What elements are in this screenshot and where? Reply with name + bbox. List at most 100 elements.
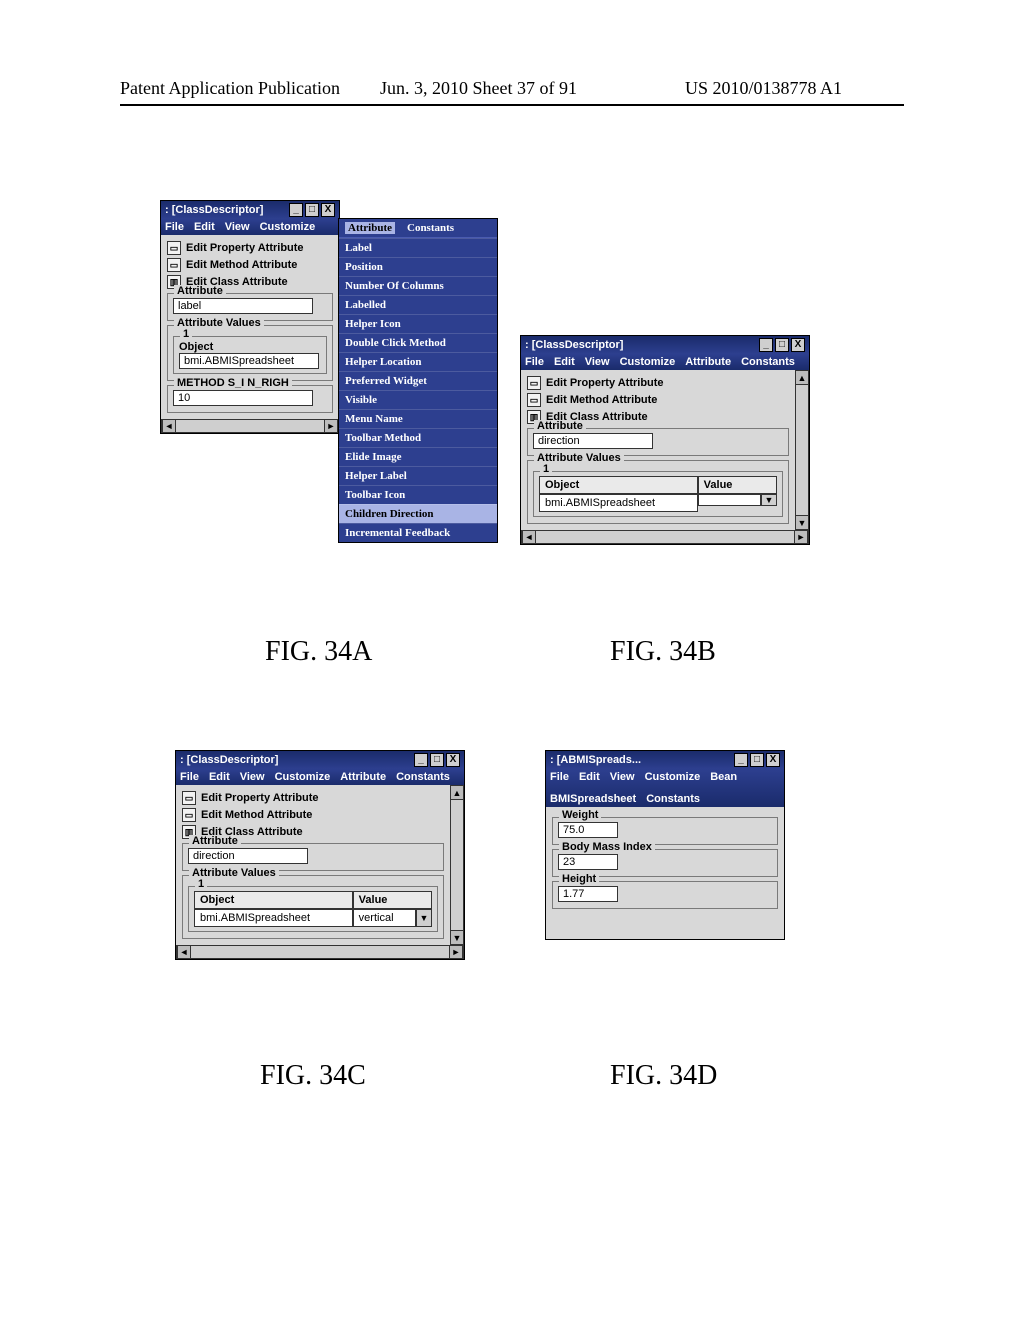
- minimize-icon[interactable]: _: [414, 753, 428, 767]
- scroll-up-icon[interactable]: ▲: [451, 786, 463, 800]
- menu-edit[interactable]: Edit: [209, 771, 230, 783]
- horizontal-scrollbar[interactable]: ◄ ►: [161, 419, 339, 433]
- cell-value[interactable]: vertical: [353, 909, 416, 927]
- action-edit-property[interactable]: ▭Edit Property Attribute: [182, 791, 444, 805]
- menu-file[interactable]: File: [550, 771, 569, 783]
- menu-customize[interactable]: Customize: [645, 771, 701, 783]
- action-edit-method[interactable]: ▭Edit Method Attribute: [182, 808, 444, 822]
- dropdown-item[interactable]: Labelled: [339, 295, 497, 314]
- scroll-down-icon[interactable]: ▼: [451, 930, 463, 944]
- titlebar[interactable]: : [ClassDescriptor] _ □ X: [176, 751, 464, 769]
- weight-field[interactable]: 75.0: [558, 822, 618, 838]
- scroll-left-icon[interactable]: ◄: [522, 531, 536, 543]
- menu-bean[interactable]: Bean: [710, 771, 737, 783]
- action-edit-property[interactable]: ▭Edit Property Attribute: [527, 376, 789, 390]
- titlebar[interactable]: : [ABMISpreads... _ □ X: [546, 751, 784, 769]
- scroll-track[interactable]: [796, 385, 808, 515]
- dropdown-item[interactable]: Visible: [339, 390, 497, 409]
- minimize-icon[interactable]: _: [289, 203, 303, 217]
- menu-constants[interactable]: Constants: [646, 793, 700, 805]
- scroll-up-icon[interactable]: ▲: [796, 371, 808, 385]
- scroll-right-icon[interactable]: ►: [324, 420, 338, 432]
- vertical-scrollbar[interactable]: ▲ ▼: [795, 370, 809, 530]
- menu-edit[interactable]: Edit: [554, 356, 575, 368]
- dropdown-item[interactable]: Label: [339, 238, 497, 257]
- table: Object bmi.ABMISpreadsheet Value vertica…: [194, 891, 432, 927]
- height-field[interactable]: 1.77: [558, 886, 618, 902]
- dropdown-item[interactable]: Toolbar Icon: [339, 485, 497, 504]
- titlebar[interactable]: : [ClassDescriptor] _ □ X: [521, 336, 809, 354]
- close-icon[interactable]: X: [791, 338, 805, 352]
- menu-view[interactable]: View: [225, 221, 250, 233]
- maximize-icon[interactable]: □: [775, 338, 789, 352]
- close-icon[interactable]: X: [446, 753, 460, 767]
- methods-field[interactable]: 10: [173, 390, 313, 406]
- menu-file[interactable]: File: [165, 221, 184, 233]
- dropdown-item[interactable]: Helper Label: [339, 466, 497, 485]
- minimize-icon[interactable]: _: [734, 753, 748, 767]
- dropdown-item[interactable]: Incremental Feedback: [339, 523, 497, 542]
- menu-edit[interactable]: Edit: [579, 771, 600, 783]
- maximize-icon[interactable]: □: [305, 203, 319, 217]
- menu-attribute[interactable]: Attribute: [685, 356, 731, 368]
- dropdown-icon[interactable]: ▼: [761, 494, 777, 506]
- figure-label-34b: FIG. 34B: [610, 636, 716, 668]
- dropdown-item[interactable]: Elide Image: [339, 447, 497, 466]
- cell-value[interactable]: [698, 494, 761, 506]
- bmi-field[interactable]: 23: [558, 854, 618, 870]
- scroll-right-icon[interactable]: ►: [449, 946, 463, 958]
- maximize-icon[interactable]: □: [430, 753, 444, 767]
- subgroup-legend: 1: [540, 463, 552, 475]
- minimize-icon[interactable]: _: [759, 338, 773, 352]
- menu-customize[interactable]: Customize: [620, 356, 676, 368]
- dropdown-tab-attribute[interactable]: Attribute: [345, 222, 395, 234]
- dropdown-item[interactable]: Number Of Columns: [339, 276, 497, 295]
- menu-view[interactable]: View: [240, 771, 265, 783]
- dropdown-item[interactable]: Menu Name: [339, 409, 497, 428]
- scroll-track[interactable]: [451, 800, 463, 930]
- menu-view[interactable]: View: [585, 356, 610, 368]
- menu-edit[interactable]: Edit: [194, 221, 215, 233]
- titlebar[interactable]: : [ClassDescriptor] _ □ X: [161, 201, 339, 219]
- close-icon[interactable]: X: [321, 203, 335, 217]
- action-edit-property[interactable]: ▭Edit Property Attribute: [167, 241, 333, 255]
- scroll-left-icon[interactable]: ◄: [177, 946, 191, 958]
- menu-customize[interactable]: Customize: [260, 221, 316, 233]
- menu-file[interactable]: File: [180, 771, 199, 783]
- dropdown-item[interactable]: Helper Location: [339, 352, 497, 371]
- scroll-down-icon[interactable]: ▼: [796, 515, 808, 529]
- close-icon[interactable]: X: [766, 753, 780, 767]
- dropdown-tab-constants[interactable]: Constants: [407, 222, 454, 234]
- menu-customize[interactable]: Customize: [275, 771, 331, 783]
- menu-file[interactable]: File: [525, 356, 544, 368]
- action-edit-method[interactable]: ▭Edit Method Attribute: [167, 258, 333, 272]
- cell-object[interactable]: bmi.ABMISpreadsheet: [539, 494, 698, 512]
- dropdown-item[interactable]: Position: [339, 257, 497, 276]
- menu-constants[interactable]: Constants: [396, 771, 450, 783]
- dropdown-item-selected[interactable]: Children Direction: [339, 504, 497, 523]
- scroll-left-icon[interactable]: ◄: [162, 420, 176, 432]
- group-legend: Attribute: [174, 285, 226, 297]
- object-field[interactable]: bmi.ABMISpreadsheet: [179, 353, 319, 369]
- dropdown-item[interactable]: Double Click Method: [339, 333, 497, 352]
- menu-constants[interactable]: Constants: [741, 356, 795, 368]
- scroll-right-icon[interactable]: ►: [794, 531, 808, 543]
- maximize-icon[interactable]: □: [750, 753, 764, 767]
- attribute-field[interactable]: direction: [533, 433, 653, 449]
- figure-label-34d: FIG. 34D: [610, 1060, 717, 1092]
- menu-view[interactable]: View: [610, 771, 635, 783]
- horizontal-scrollbar[interactable]: ◄ ►: [176, 945, 464, 959]
- attribute-field[interactable]: label: [173, 298, 313, 314]
- vertical-scrollbar[interactable]: ▲ ▼: [450, 785, 464, 945]
- menu-attribute[interactable]: Attribute: [340, 771, 386, 783]
- horizontal-scrollbar[interactable]: ◄ ►: [521, 530, 809, 544]
- menu-bmispreadsheet[interactable]: BMISpreadsheet: [550, 793, 636, 805]
- action-edit-method[interactable]: ▭Edit Method Attribute: [527, 393, 789, 407]
- dropdown-item[interactable]: Toolbar Method: [339, 428, 497, 447]
- dropdown-item[interactable]: Preferred Widget: [339, 371, 497, 390]
- attribute-field[interactable]: direction: [188, 848, 308, 864]
- dropdown-item[interactable]: Helper Icon: [339, 314, 497, 333]
- dropdown-icon[interactable]: ▼: [416, 909, 432, 927]
- dropdown-header: Attribute Constants: [339, 219, 497, 238]
- cell-object[interactable]: bmi.ABMISpreadsheet: [194, 909, 353, 927]
